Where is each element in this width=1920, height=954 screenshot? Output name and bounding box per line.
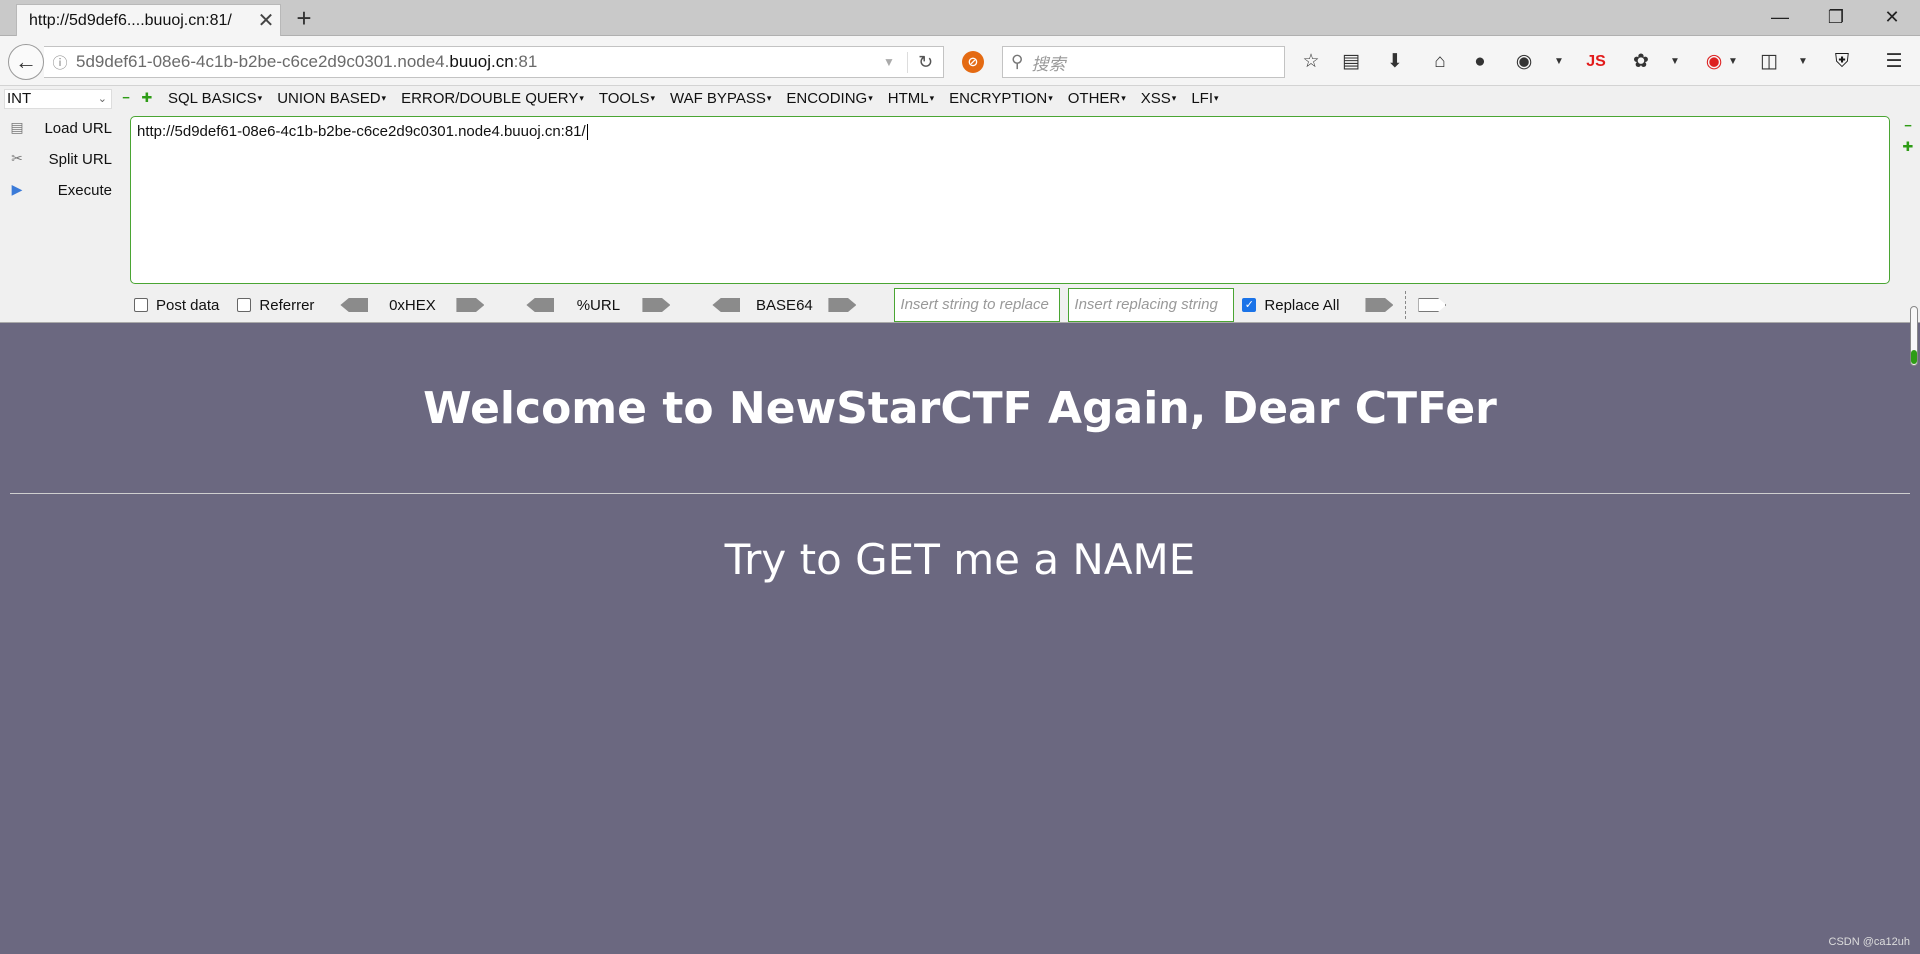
replace-all-checkbox[interactable]: ✓ Replace All	[1242, 297, 1339, 314]
split-url-button[interactable]: ✂ Split URL	[6, 147, 112, 171]
load-url-button[interactable]: ▤ Load URL	[6, 116, 112, 140]
decrease-icon[interactable]: −	[120, 91, 132, 104]
chevron-down-icon: ⌄	[97, 93, 107, 105]
browser-tab[interactable]: http://5d9def6....buuoj.cn:81/ ✕	[16, 4, 281, 36]
address-bar[interactable]: ⓘ 5d9def61-08e6-4c1b-b2be-c6ce2d9c0301.n…	[44, 46, 944, 78]
chevron-down-icon[interactable]: ▼	[1789, 48, 1817, 76]
site-info-icon[interactable]: ⓘ	[44, 52, 76, 73]
replace-to-input[interactable]: Insert replacing string	[1068, 288, 1235, 322]
noscript-icon[interactable]: ⊘	[962, 51, 984, 73]
menu-encoding[interactable]: ENCODING	[786, 90, 872, 107]
post-data-label: Post data	[156, 296, 220, 314]
hackbar-options: Post data Referrer 0xHEX %URL BASE64 Ins…	[134, 288, 1454, 322]
url-encode-button[interactable]	[642, 298, 671, 312]
menu-other[interactable]: OTHER	[1068, 90, 1126, 107]
menu-lfi[interactable]: LFI	[1191, 90, 1218, 107]
page-message: Try to GET me a NAME	[724, 535, 1196, 584]
replace-all-box[interactable]: ✓	[1242, 298, 1257, 312]
type-select-value: INT	[7, 90, 32, 107]
post-data-checkbox[interactable]: Post data	[134, 297, 219, 314]
menu-html[interactable]: HTML	[888, 90, 934, 107]
hackbar-url-textarea[interactable]: http://5d9def61-08e6-4c1b-b2be-c6ce2d9c0…	[130, 116, 1890, 284]
separator	[1405, 291, 1407, 319]
palette-icon[interactable]: ◉	[1510, 48, 1538, 76]
replace-from-input[interactable]: Insert string to replace	[894, 288, 1061, 322]
restore-icon[interactable]: ❐	[1808, 0, 1864, 34]
bug-icon[interactable]: ✿	[1627, 48, 1655, 76]
menu-tools[interactable]: TOOLS	[599, 90, 655, 107]
menu-xss[interactable]: XSS	[1141, 90, 1177, 107]
referrer-box[interactable]	[237, 298, 252, 312]
base64-label: BASE64	[756, 296, 813, 314]
chevron-down-icon[interactable]: ▼	[1719, 48, 1747, 76]
load-url-label: Load URL	[44, 119, 112, 137]
url-label: %URL	[576, 296, 621, 314]
tab-strip: http://5d9def6....buuoj.cn:81/ ✕ + — ❐ ✕	[0, 0, 1920, 36]
close-tab-icon[interactable]: ✕	[252, 8, 280, 33]
close-window-icon[interactable]: ✕	[1864, 0, 1920, 34]
chevron-down-icon[interactable]: ▼	[1661, 48, 1689, 76]
menu-union-based[interactable]: UNION BASED	[277, 90, 386, 107]
referrer-checkbox[interactable]: Referrer	[237, 297, 314, 314]
menu-sql-basics[interactable]: SQL BASICS	[168, 90, 262, 107]
shrink-textarea-icon[interactable]: −	[1902, 119, 1914, 132]
divider	[10, 493, 1910, 494]
globe-icon[interactable]: ●	[1466, 48, 1494, 76]
bookmark-star-icon[interactable]: ☆	[1297, 48, 1325, 76]
hex-encode-button[interactable]	[456, 298, 485, 312]
download-icon[interactable]: ⬇	[1381, 48, 1409, 76]
menu-icon[interactable]: ☰	[1880, 48, 1908, 76]
menu-encryption[interactable]: ENCRYPTION	[949, 90, 1053, 107]
address-text[interactable]: 5d9def61-08e6-4c1b-b2be-c6ce2d9c0301.nod…	[76, 52, 871, 72]
search-input[interactable]: ⚲ 搜索	[1002, 46, 1285, 78]
base64-encode-button[interactable]	[828, 298, 857, 312]
reading-list-icon[interactable]: ▤	[1337, 48, 1365, 76]
replace-button[interactable]	[1365, 298, 1394, 312]
search-placeholder: 搜索	[1031, 54, 1066, 74]
grow-textarea-icon[interactable]: ✚	[1902, 140, 1914, 153]
play-icon: ▶	[11, 181, 23, 197]
type-select[interactable]: INT ⌄	[4, 89, 112, 109]
load-url-icon: ▤	[10, 119, 24, 135]
execute-button[interactable]: ▶ Execute	[6, 178, 112, 202]
watermark: CSDN @ca12uh	[1828, 936, 1910, 948]
shield-icon[interactable]: ⛨	[1828, 48, 1856, 76]
back-button[interactable]: ←	[8, 44, 44, 80]
js-toggle-icon[interactable]: JS	[1582, 48, 1610, 76]
hackbar-menu: SQL BASICS UNION BASED ERROR/DOUBLE QUER…	[168, 90, 1219, 107]
hex-label: 0xHEX	[389, 296, 436, 314]
hex-decode-button[interactable]	[340, 298, 369, 312]
execute-label: Execute	[57, 181, 112, 199]
menu-error-double-query[interactable]: ERROR/DOUBLE QUERY	[401, 90, 584, 107]
replace-next-button[interactable]	[1418, 298, 1447, 312]
history-dropdown-icon[interactable]: ▼	[871, 55, 907, 69]
split-url-label: Split URL	[48, 150, 112, 168]
scissors-icon: ✂	[11, 150, 23, 166]
home-icon[interactable]: ⌂	[1426, 48, 1454, 76]
tab-title: http://5d9def6....buuoj.cn:81/	[29, 11, 232, 29]
minimize-icon[interactable]: —	[1752, 0, 1808, 34]
page-heading: Welcome to NewStarCTF Again, Dear CTFer	[423, 383, 1497, 434]
replace-all-label: Replace All	[1264, 296, 1340, 314]
page-content: Welcome to NewStarCTF Again, Dear CTFer …	[0, 323, 1920, 954]
search-icon: ⚲	[1011, 52, 1024, 71]
new-tab-button[interactable]: +	[290, 4, 318, 32]
devices-icon[interactable]: ◫	[1755, 48, 1783, 76]
navigation-bar: ← ⓘ 5d9def61-08e6-4c1b-b2be-c6ce2d9c0301…	[0, 36, 1920, 86]
referrer-label: Referrer	[259, 296, 315, 314]
base64-decode-button[interactable]	[712, 298, 741, 312]
url-decode-button[interactable]	[526, 298, 555, 312]
hackbar-panel: INT ⌄ − ✚ SQL BASICS UNION BASED ERROR/D…	[0, 86, 1920, 323]
scroll-indicator	[1911, 350, 1917, 364]
increase-icon[interactable]: ✚	[141, 91, 153, 104]
chevron-down-icon[interactable]: ▼	[1545, 48, 1573, 76]
reload-icon[interactable]: ↻	[907, 51, 943, 73]
post-data-box[interactable]	[134, 298, 148, 312]
menu-waf-bypass[interactable]: WAF BYPASS	[670, 90, 771, 107]
